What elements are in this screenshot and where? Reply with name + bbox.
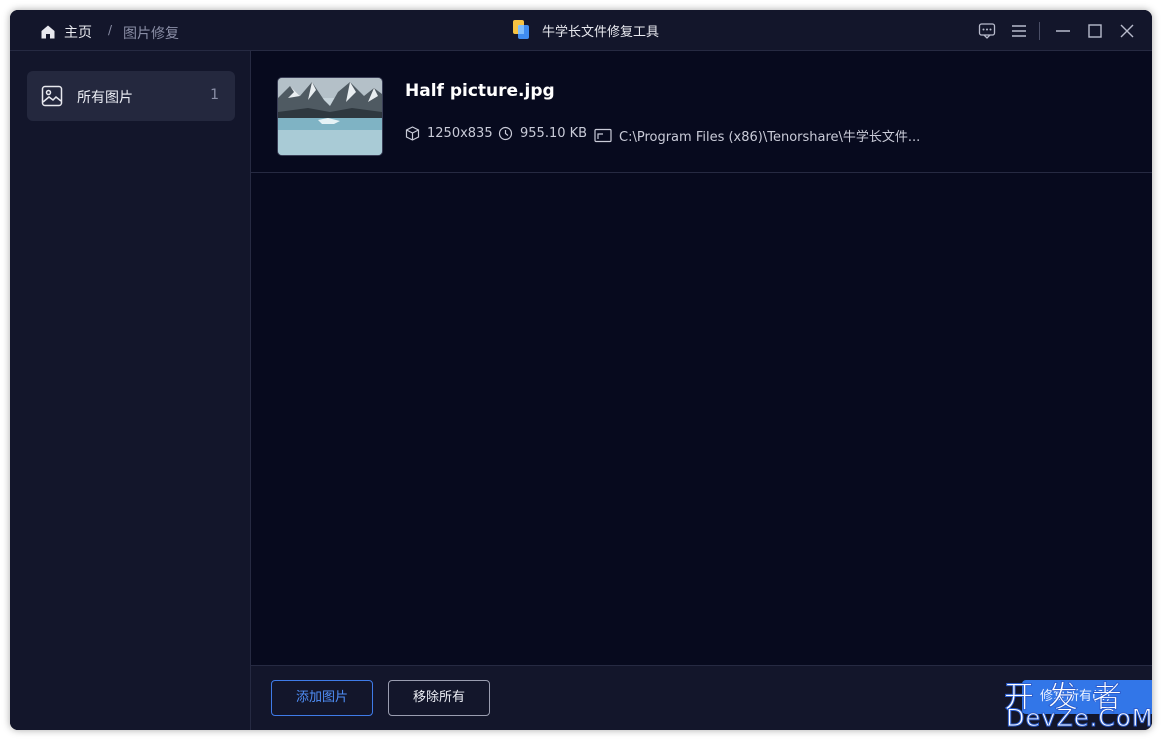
clock-icon	[498, 126, 513, 141]
sidebar-item-all-images[interactable]: 所有图片 1	[27, 71, 235, 121]
app-title: 牛学长文件修复工具	[512, 20, 659, 40]
sidebar: 所有图片 1	[10, 51, 251, 730]
file-path: C:\Program Files (x86)\Tenorshare\牛学长文件.…	[594, 126, 920, 145]
titlebar-divider	[1039, 22, 1040, 40]
remove-all-button[interactable]: 移除所有	[388, 680, 490, 716]
list-item[interactable]: Half picture.jpg 1250x835 955.10 KB C:\P…	[251, 51, 1152, 173]
file-size-value: 955.10 KB	[520, 126, 588, 141]
titlebar: 主页 / 图片修复 牛学长文件修复工具	[10, 10, 1152, 51]
add-images-button[interactable]: 添加图片	[271, 680, 373, 716]
app-title-text: 牛学长文件修复工具	[542, 24, 660, 40]
image-icon	[41, 85, 63, 107]
breadcrumb-current: 图片修复	[123, 26, 179, 42]
cube-icon	[405, 126, 420, 141]
app-logo-icon	[512, 20, 530, 40]
file-size: 955.10 KB	[498, 126, 587, 141]
sidebar-item-count: 1	[210, 87, 219, 103]
feedback-icon[interactable]	[978, 22, 996, 40]
menu-icon[interactable]	[1010, 22, 1028, 40]
maximize-icon[interactable]	[1086, 22, 1104, 40]
footer-toolbar: 添加图片 移除所有 修复所有(1)	[251, 665, 1152, 730]
close-icon[interactable]	[1118, 22, 1136, 40]
breadcrumb-home-label: 主页	[64, 25, 92, 41]
file-dimensions: 1250x835	[405, 126, 493, 141]
repair-all-button[interactable]: 修复所有(1)	[1022, 680, 1152, 714]
minimize-icon[interactable]	[1054, 22, 1072, 40]
file-dimensions-value: 1250x835	[427, 126, 493, 141]
sidebar-item-label: 所有图片	[77, 90, 133, 106]
folder-path-icon	[594, 128, 612, 143]
file-thumbnail	[277, 77, 383, 156]
file-list: Half picture.jpg 1250x835 955.10 KB C:\P…	[251, 51, 1152, 665]
breadcrumb-separator: /	[108, 23, 113, 37]
home-icon	[41, 25, 55, 39]
file-name: Half picture.jpg	[405, 81, 555, 101]
file-path-value: C:\Program Files (x86)\Tenorshare\牛学长文件.…	[619, 130, 921, 145]
breadcrumb-home[interactable]: 主页	[40, 22, 92, 42]
app-window: 主页 / 图片修复 牛学长文件修复工具 所有图片 1 Half picture.…	[10, 10, 1152, 730]
